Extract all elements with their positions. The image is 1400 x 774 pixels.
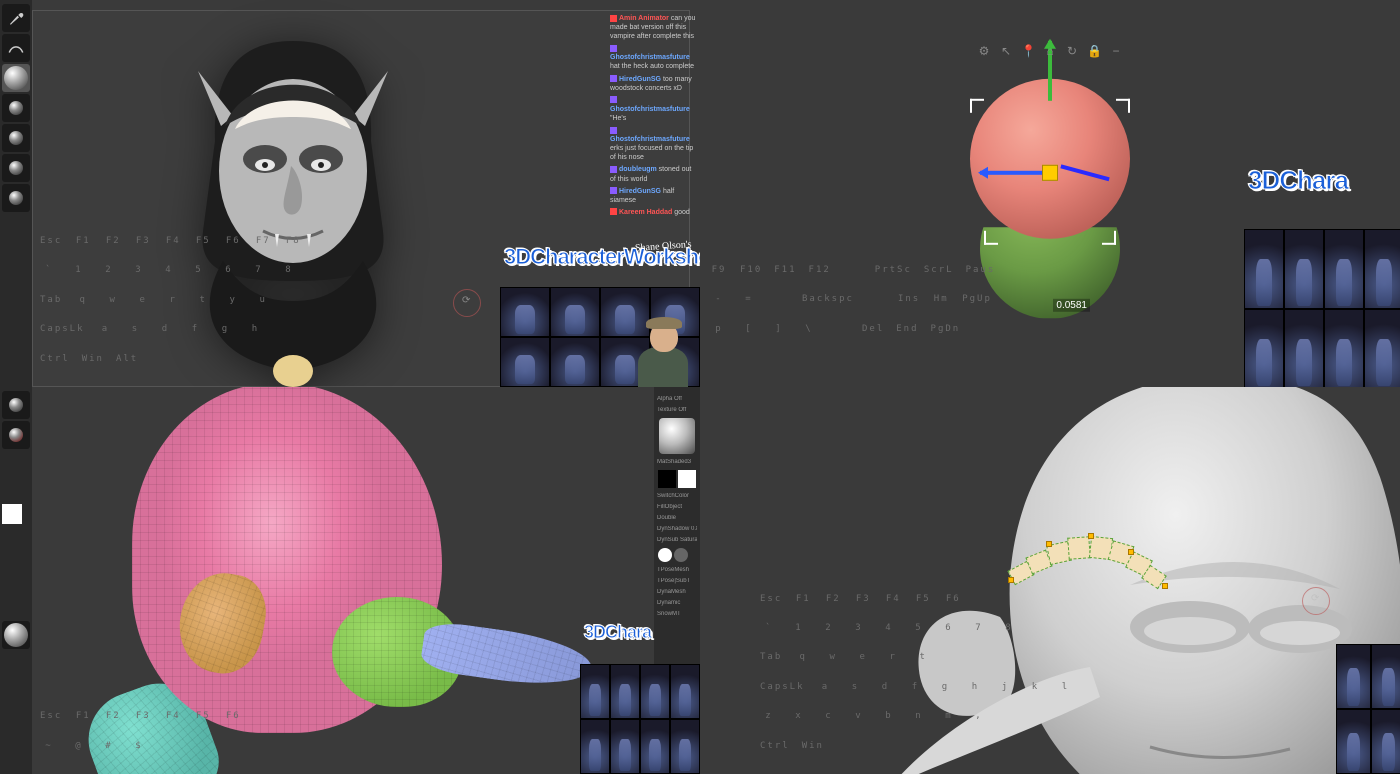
gear-icon[interactable]: ⚙: [977, 44, 991, 58]
cursor-indicator: [1302, 587, 1330, 615]
gizmo-toolbar: ⚙ ↖ 📍 ⌂ ↻ 🔒 −: [977, 44, 1123, 58]
panel-label[interactable]: MatShaded3: [657, 459, 697, 465]
material-preview[interactable]: [2, 621, 30, 649]
chat-overlay: Amin Animator can you made bat version o…: [610, 14, 698, 220]
chat-user: HiredGunSG: [619, 188, 661, 195]
panel-bottom-left: Alpha Off Texture Off MatShaded3 SwitchC…: [0, 387, 700, 774]
cursor-icon[interactable]: ↖: [999, 44, 1013, 58]
material-preview[interactable]: [2, 64, 30, 92]
x-axis-handle[interactable]: [980, 170, 1050, 174]
topology-brow-curve[interactable]: [1010, 531, 1170, 595]
brush-icon-2[interactable]: [2, 421, 30, 449]
material-sphere[interactable]: [659, 418, 695, 454]
workshop-brand-overlay: [1336, 614, 1400, 774]
brush-icon[interactable]: [2, 391, 30, 419]
panel-label[interactable]: SnowMT: [657, 611, 697, 617]
material-preview-3[interactable]: [2, 124, 30, 152]
panel-label[interactable]: FillObject: [657, 504, 697, 510]
gizmo-center[interactable]: [1042, 164, 1058, 180]
workshop-brand-overlay: Shane Olson's 3DCharacterWorkshop: [500, 247, 700, 387]
brush-icon[interactable]: [2, 4, 30, 32]
color-swatch[interactable]: [2, 504, 22, 524]
lock-icon[interactable]: 🔒: [1087, 44, 1101, 58]
panel-label[interactable]: Double: [657, 515, 697, 521]
quad-view-grid: Amin Animator can you made bat version o…: [0, 0, 1400, 774]
panel-bottom-right: Esc F1 F2 F3 F4 F5 F6 ` 1 2 3 4 5 6 7 8 …: [700, 387, 1400, 774]
panel-label[interactable]: DynaMesh: [657, 589, 697, 595]
panel-label[interactable]: TPose|SubT: [657, 578, 697, 584]
panel-label[interactable]: DynShadow 0.8: [657, 526, 697, 532]
color-swatches[interactable]: [658, 470, 696, 488]
workshop-brand-overlay: 3DChara: [580, 624, 700, 774]
chat-user: doubleugm: [619, 166, 657, 173]
workshop-logo-partial: 3DChara: [1248, 169, 1348, 192]
panel-label[interactable]: Alpha Off: [657, 396, 697, 402]
chat-user: HiredGunSG: [619, 76, 661, 83]
chat-user: Ghostofchristmasfuture: [610, 136, 690, 143]
panel-top-right: ⚙ ↖ 📍 ⌂ ↻ 🔒 − 0.0581 F9: [700, 0, 1400, 387]
panel-label[interactable]: SwitchColor: [657, 493, 697, 499]
home-icon[interactable]: ⌂: [1043, 44, 1057, 58]
workshop-logo-partial: 3DChara: [584, 624, 651, 640]
panel-top-left: Amin Animator can you made bat version o…: [0, 0, 700, 387]
chat-user: Amin Animator: [619, 15, 669, 22]
gizmo-value-readout: 0.0581: [1053, 298, 1090, 311]
stroke-icon[interactable]: [2, 34, 30, 62]
workshop-brand-overlay: 3DChara: [1244, 169, 1400, 387]
chat-user: Ghostofchristmasfuture: [610, 54, 690, 61]
instructor-webcam: [628, 307, 698, 387]
vampire-sculpt: [173, 31, 413, 387]
viewport[interactable]: [700, 387, 1400, 774]
left-toolbar: [0, 0, 32, 387]
minus-icon[interactable]: −: [1109, 44, 1123, 58]
pin-icon[interactable]: 📍: [1021, 44, 1035, 58]
panel-label[interactable]: TPoseMesh: [657, 567, 697, 573]
panel-label[interactable]: Dynamic: [657, 600, 697, 606]
zsphere-model[interactable]: 0.0581: [950, 58, 1150, 318]
viewport[interactable]: [32, 387, 654, 774]
cursor-indicator: [453, 289, 481, 317]
chat-user: Ghostofchristmasfuture: [610, 106, 690, 113]
workshop-logo: 3DCharacterWorkshop: [504, 247, 700, 267]
left-toolbar: [0, 387, 32, 774]
panel-label[interactable]: DynSub Saturation: [657, 537, 697, 543]
mesh-nose-group: [332, 597, 582, 717]
chat-user: Kareem Haddad: [619, 209, 672, 216]
panel-label[interactable]: Texture Off: [657, 407, 697, 413]
material-preview-5[interactable]: [2, 184, 30, 212]
material-preview-4[interactable]: [2, 154, 30, 182]
refresh-icon[interactable]: ↻: [1065, 44, 1079, 58]
material-preview-2[interactable]: [2, 94, 30, 122]
